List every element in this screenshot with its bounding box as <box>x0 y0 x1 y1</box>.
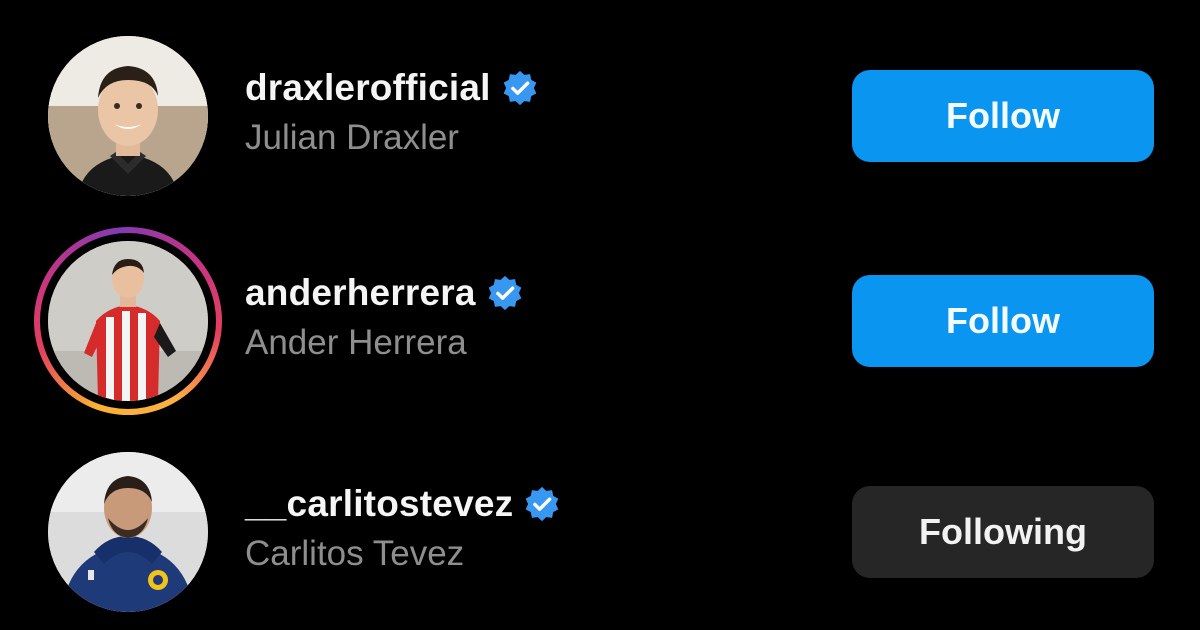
account-text: anderherrera Ander Herrera <box>245 269 524 363</box>
full-name: Carlitos Tevez <box>245 534 465 573</box>
avatar[interactable] <box>34 227 222 415</box>
following-button[interactable]: Following <box>852 486 1154 578</box>
profile-photo-draxlerofficial <box>48 36 208 196</box>
username-line: draxlerofficial <box>245 64 539 112</box>
account-row-draxlerofficial[interactable]: draxlerofficial Julian Draxler Follow <box>0 22 1200 212</box>
username-line: anderherrera <box>245 269 524 317</box>
avatar[interactable] <box>42 446 214 618</box>
account-list: draxlerofficial Julian Draxler Follow an… <box>0 0 1200 630</box>
username[interactable]: anderherrera <box>245 272 476 314</box>
account-row-anderherrera[interactable]: anderherrera Ander Herrera Follow <box>0 227 1200 417</box>
account-text: __carlitostevez Carlitos Tevez <box>245 480 561 574</box>
follow-button[interactable]: Follow <box>852 70 1154 162</box>
verified-badge-icon <box>523 485 561 523</box>
full-name: Julian Draxler <box>245 118 459 157</box>
username[interactable]: __carlitostevez <box>245 483 513 525</box>
profile-photo-carlitostevez <box>48 452 208 612</box>
verified-badge-icon <box>501 69 539 107</box>
account-text: draxlerofficial Julian Draxler <box>245 64 539 158</box>
username[interactable]: draxlerofficial <box>245 67 491 109</box>
follow-button[interactable]: Follow <box>852 275 1154 367</box>
profile-photo-anderherrera <box>48 241 208 401</box>
username-line: __carlitostevez <box>245 480 561 528</box>
account-row-carlitostevez[interactable]: __carlitostevez Carlitos Tevez Following <box>0 438 1200 628</box>
verified-badge-icon <box>486 274 524 312</box>
full-name: Ander Herrera <box>245 323 467 362</box>
avatar[interactable] <box>42 30 214 202</box>
